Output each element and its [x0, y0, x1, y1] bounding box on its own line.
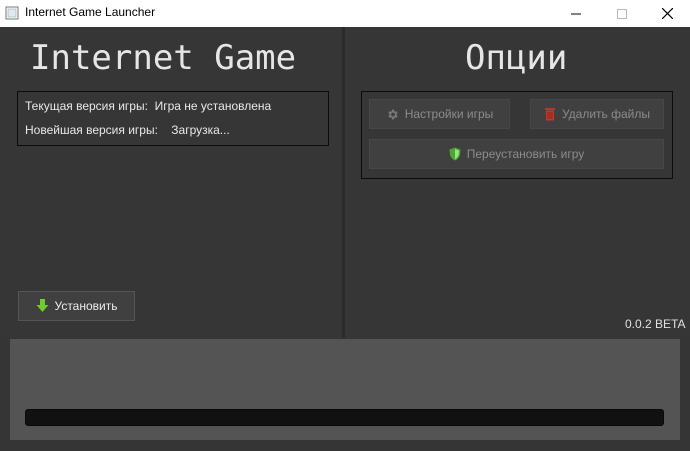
window-title: Internet Game Launcher — [25, 5, 156, 19]
delete-files-button[interactable]: Удалить файлы — [530, 99, 664, 129]
reinstall-game-button[interactable]: Переустановить игру — [369, 139, 664, 169]
current-version-value: Игра не установлена — [154, 99, 272, 113]
app-icon — [5, 6, 19, 20]
maximize-button[interactable] — [599, 0, 645, 27]
game-title: Internet Game — [30, 38, 297, 78]
gear-icon — [388, 109, 398, 119]
close-icon — [661, 8, 673, 19]
options-title: Опции — [465, 38, 568, 78]
current-version-line: Текущая версия игры: Игра не установлена — [25, 99, 271, 113]
reinstall-game-label: Переустановить игру — [466, 147, 585, 161]
latest-version-label: Новейшая версия игры: — [25, 123, 158, 137]
minimize-button[interactable] — [553, 0, 599, 27]
title-bar: Internet Game Launcher — [0, 0, 690, 27]
install-label: Установить — [54, 299, 118, 313]
close-button[interactable] — [644, 0, 690, 27]
download-arrow-icon — [36, 299, 48, 312]
shield-icon — [449, 147, 461, 161]
install-button[interactable]: Установить — [18, 291, 135, 321]
game-settings-button[interactable]: Настройки игры — [369, 99, 510, 129]
minimize-icon — [571, 13, 581, 14]
current-version-label: Текущая версия игры: — [25, 99, 148, 113]
latest-version-value: Загрузка... — [171, 123, 230, 137]
launcher-version: 0.0.2 BETA — [625, 317, 686, 331]
progress-bar — [25, 409, 664, 426]
game-settings-label: Настройки игры — [404, 107, 494, 121]
latest-version-line: Новейшая версия игры: Загрузка... — [25, 123, 230, 137]
trash-icon — [544, 108, 555, 121]
delete-files-label: Удалить файлы — [561, 107, 651, 121]
maximize-icon — [617, 8, 627, 19]
